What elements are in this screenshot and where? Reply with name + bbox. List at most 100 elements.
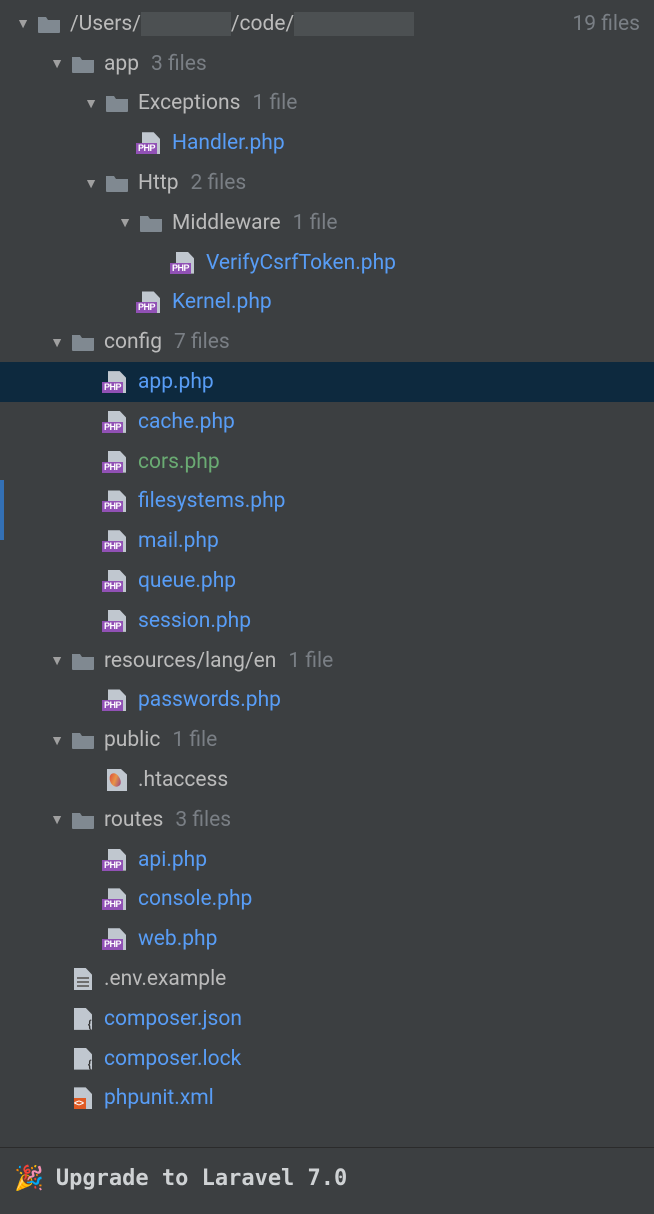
chevron-down-icon[interactable] [48, 334, 66, 351]
folder-icon [70, 809, 96, 831]
file-label: cors.php [138, 450, 220, 474]
xml-file-icon: <> [70, 1087, 96, 1109]
folder-icon [70, 331, 96, 353]
file-label: console.php [138, 887, 252, 911]
php-file-icon: PHP [104, 888, 130, 910]
file-label: filesystems.php [138, 489, 285, 513]
folder-icon [104, 92, 130, 114]
folder-http[interactable]: Http 2 files [0, 163, 654, 203]
file-composer-json[interactable]: composer.json [0, 999, 654, 1039]
file-session-php[interactable]: PHP session.php [0, 601, 654, 641]
footer-banner[interactable]: 🎉 Upgrade to Laravel 7.0 [0, 1148, 654, 1214]
file-count: 3 files [175, 808, 231, 832]
file-kernel-php[interactable]: PHP Kernel.php [0, 283, 654, 323]
json-file-icon [70, 1048, 96, 1070]
json-file-icon [70, 1008, 96, 1030]
php-file-icon: PHP [172, 252, 198, 274]
chevron-down-icon[interactable] [48, 811, 66, 828]
php-file-icon: PHP [138, 132, 164, 154]
root-path: /Users//code/ [70, 12, 414, 36]
file-label: .env.example [104, 967, 226, 991]
file-label: Kernel.php [172, 290, 272, 314]
project-tree[interactable]: /Users//code/ 19 files app 3 files Excep… [0, 0, 654, 1141]
folder-app[interactable]: app 3 files [0, 44, 654, 84]
file-web-php[interactable]: PHP web.php [0, 919, 654, 959]
tree-root-row[interactable]: /Users//code/ 19 files [0, 4, 654, 44]
file-label: VerifyCsrfToken.php [206, 251, 396, 275]
file-htaccess[interactable]: .htaccess [0, 760, 654, 800]
folder-icon [104, 172, 130, 194]
file-label: passwords.php [138, 688, 281, 712]
folder-icon [138, 212, 164, 234]
chevron-down-icon[interactable] [82, 95, 100, 112]
php-file-icon: PHP [104, 689, 130, 711]
folder-public[interactable]: public 1 file [0, 720, 654, 760]
folder-label: public [104, 728, 160, 752]
file-passwords-php[interactable]: PHP passwords.php [0, 681, 654, 721]
chevron-down-icon[interactable] [48, 652, 66, 669]
file-count: 7 files [174, 330, 230, 354]
folder-middleware[interactable]: Middleware 1 file [0, 203, 654, 243]
file-label: composer.lock [104, 1047, 241, 1071]
folder-icon [36, 13, 62, 35]
file-api-php[interactable]: PHP api.php [0, 840, 654, 880]
file-cors-php[interactable]: PHP cors.php [0, 442, 654, 482]
file-env-example[interactable]: .env.example [0, 959, 654, 999]
php-file-icon: PHP [104, 570, 130, 592]
folder-exceptions[interactable]: Exceptions 1 file [0, 84, 654, 124]
php-file-icon: PHP [104, 411, 130, 433]
file-count: 2 files [191, 171, 247, 195]
footer-text: Upgrade to Laravel 7.0 [56, 1166, 347, 1191]
folder-icon [70, 650, 96, 672]
file-cache-php[interactable]: PHP cache.php [0, 402, 654, 442]
folder-label: resources/lang/en [104, 649, 276, 673]
file-mail-php[interactable]: PHP mail.php [0, 521, 654, 561]
file-composer-lock[interactable]: composer.lock [0, 1039, 654, 1079]
php-file-icon: PHP [104, 530, 130, 552]
file-count: 1 file [172, 728, 217, 752]
folder-routes[interactable]: routes 3 files [0, 800, 654, 840]
party-popper-icon: 🎉 [14, 1164, 44, 1192]
file-label: web.php [138, 927, 217, 951]
folder-label: Exceptions [138, 91, 240, 115]
file-label: queue.php [138, 569, 236, 593]
php-file-icon: PHP [104, 928, 130, 950]
php-file-icon: PHP [138, 291, 164, 313]
file-label: cache.php [138, 410, 235, 434]
folder-resources-lang-en[interactable]: resources/lang/en 1 file [0, 641, 654, 681]
file-phpunit-xml[interactable]: <> phpunit.xml [0, 1079, 654, 1119]
chevron-down-icon[interactable] [14, 15, 32, 32]
text-file-icon [70, 968, 96, 990]
file-handler-php[interactable]: PHP Handler.php [0, 123, 654, 163]
folder-label: Http [138, 171, 179, 195]
file-label: app.php [138, 370, 214, 394]
file-console-php[interactable]: PHP console.php [0, 880, 654, 920]
file-count: 1 file [252, 91, 297, 115]
chevron-down-icon[interactable] [48, 732, 66, 749]
file-label: phpunit.xml [104, 1086, 214, 1110]
change-marker [0, 480, 4, 540]
file-verifycsrf-php[interactable]: PHP VerifyCsrfToken.php [0, 243, 654, 283]
php-file-icon: PHP [104, 490, 130, 512]
php-file-icon: PHP [104, 451, 130, 473]
root-file-count: 19 files [572, 12, 640, 36]
folder-icon [70, 53, 96, 75]
htaccess-file-icon [104, 769, 130, 791]
folder-label: Middleware [172, 211, 281, 235]
chevron-down-icon[interactable] [48, 55, 66, 72]
file-label: composer.json [104, 1007, 242, 1031]
chevron-down-icon[interactable] [116, 214, 134, 231]
folder-label: app [104, 52, 139, 76]
folder-config[interactable]: config 7 files [0, 322, 654, 362]
file-app-php[interactable]: PHP app.php [0, 362, 654, 402]
file-count: 1 file [288, 649, 333, 673]
folder-label: routes [104, 808, 163, 832]
file-filesystems-php[interactable]: PHP filesystems.php [0, 482, 654, 522]
folder-label: config [104, 330, 162, 354]
folder-icon [70, 729, 96, 751]
file-queue-php[interactable]: PHP queue.php [0, 561, 654, 601]
file-label: api.php [138, 848, 207, 872]
chevron-down-icon[interactable] [82, 175, 100, 192]
file-label: .htaccess [138, 768, 228, 792]
php-file-icon: PHP [104, 849, 130, 871]
